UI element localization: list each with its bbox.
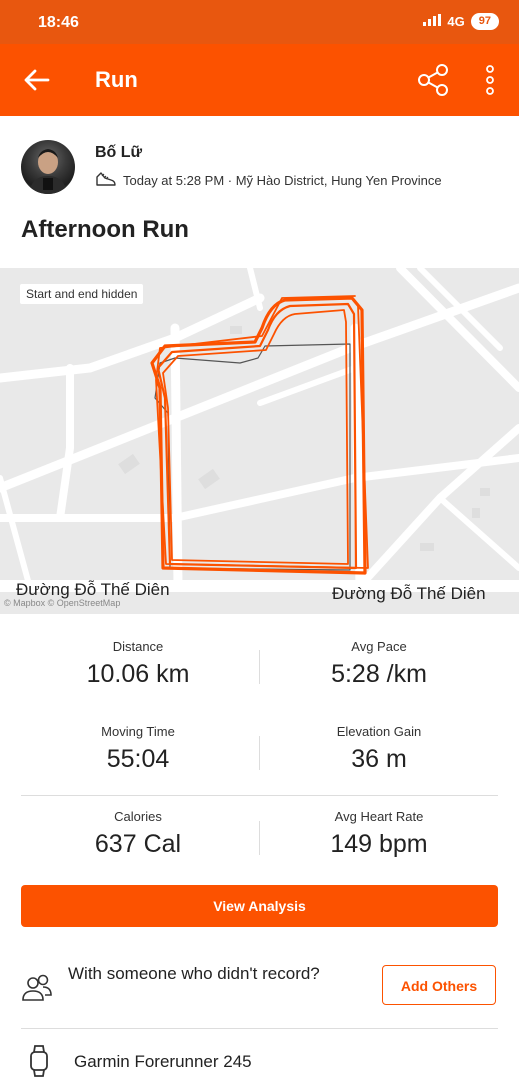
divider xyxy=(21,1028,498,1029)
stat-value: 5:28 /km xyxy=(331,660,427,688)
stat-elevation-gain: Elevation Gain 36 m xyxy=(259,724,499,774)
stat-value: 10.06 km xyxy=(86,660,190,688)
stat-label: Avg Pace xyxy=(351,639,407,654)
share-icon xyxy=(418,64,448,96)
more-options-button[interactable] xyxy=(480,62,500,98)
back-button[interactable] xyxy=(22,66,52,94)
stat-label: Calories xyxy=(114,809,162,824)
divider xyxy=(21,795,498,796)
add-others-button[interactable]: Add Others xyxy=(382,965,496,1005)
status-time: 18:46 xyxy=(38,14,79,31)
stat-moving-time: Moving Time 55:04 xyxy=(18,724,258,774)
status-indicators: 4G 97 xyxy=(423,13,499,30)
shoe-icon xyxy=(96,172,116,186)
signal-icon xyxy=(423,14,442,29)
stat-distance: Distance 10.06 km xyxy=(18,639,258,689)
stat-value: 149 bpm xyxy=(330,830,428,858)
map-canvas xyxy=(0,268,519,614)
stat-label: Moving Time xyxy=(101,724,175,739)
network-label: 4G xyxy=(447,14,465,29)
app-bar: Run xyxy=(0,44,519,116)
add-others-row: With someone who didn't record? Add Othe… xyxy=(0,955,519,1025)
share-button[interactable] xyxy=(415,62,451,98)
battery-icon: 97 xyxy=(470,13,499,30)
stat-value: 637 Cal xyxy=(94,830,182,858)
page-title: Run xyxy=(95,67,138,92)
activity-meta-text: Today at 5:28 PM · Mỹ Hào District, Hung… xyxy=(123,172,442,188)
street-label: Đường Đỗ Thế Diên xyxy=(332,584,486,603)
status-bar: 18:46 4G 97 xyxy=(0,0,519,44)
others-prompt: With someone who didn't record? xyxy=(68,964,320,983)
watch-icon xyxy=(27,1045,51,1077)
stat-avg-heart-rate: Avg Heart Rate 149 bpm xyxy=(259,809,499,859)
arrow-left-icon xyxy=(24,69,50,91)
map-attribution[interactable]: © Mapbox © OpenStreetMap xyxy=(4,598,120,608)
athlete-name[interactable]: Bố Lữ xyxy=(95,144,142,162)
activity-meta: Today at 5:28 PM · Mỹ Hào District, Hung… xyxy=(95,171,442,189)
more-vertical-icon xyxy=(486,65,494,95)
privacy-note: Start and end hidden xyxy=(20,284,144,304)
group-icon xyxy=(21,973,53,1003)
stat-avg-pace: Avg Pace 5:28 /km xyxy=(259,639,499,689)
stat-calories: Calories 637 Cal xyxy=(18,809,258,859)
divider xyxy=(21,944,498,945)
device-row: Garmin Forerunner 245 xyxy=(0,1030,519,1080)
stat-label: Avg Heart Rate xyxy=(334,809,424,824)
activity-title: Afternoon Run xyxy=(21,216,189,243)
route-map[interactable]: Start and end hidden Đường Đỗ Thế Diên Đ… xyxy=(0,268,519,614)
device-name: Garmin Forerunner 245 xyxy=(74,1052,252,1071)
stat-label: Elevation Gain xyxy=(336,724,422,739)
view-analysis-button[interactable]: View Analysis xyxy=(21,885,498,927)
stat-value: 36 m xyxy=(351,745,407,773)
athlete-header: Bố Lữ Today at 5:28 PM · Mỹ Hào District… xyxy=(0,116,519,206)
stat-label: Distance xyxy=(112,639,164,654)
stat-value: 55:04 xyxy=(106,745,170,773)
street-label: Đường Đỗ Thế Diên xyxy=(16,580,170,599)
avatar[interactable] xyxy=(21,140,75,194)
